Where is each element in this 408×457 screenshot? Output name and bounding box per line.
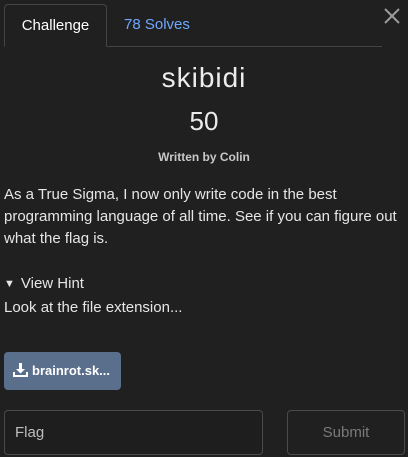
close-icon[interactable] [382,6,402,26]
tab-solves[interactable]: 78 Solves [124,4,190,46]
file-name: brainrot.sk... [32,363,111,378]
hint-text: Look at the file extension... [4,299,183,316]
view-hint-label: View Hint [20,275,84,292]
tab-bar: Challenge 78 Solves [4,4,382,47]
challenge-points: 50 [189,106,219,136]
tab-challenge[interactable]: Challenge [4,4,107,47]
flag-input[interactable] [4,410,263,455]
view-hint-toggle[interactable]: ▼ View Hint [4,275,84,292]
triangle-down-icon: ▼ [4,278,15,290]
file-download-button[interactable]: brainrot.sk... [4,352,121,390]
submit-button[interactable]: Submit [287,410,405,455]
challenge-author: Written by Colin [158,150,250,164]
challenge-modal: Challenge 78 Solves skibidi 50 Written b… [0,0,408,457]
challenge-description: As a True Sigma, I now only write code i… [4,186,397,247]
download-icon [13,354,28,390]
challenge-title: skibidi [161,62,247,93]
